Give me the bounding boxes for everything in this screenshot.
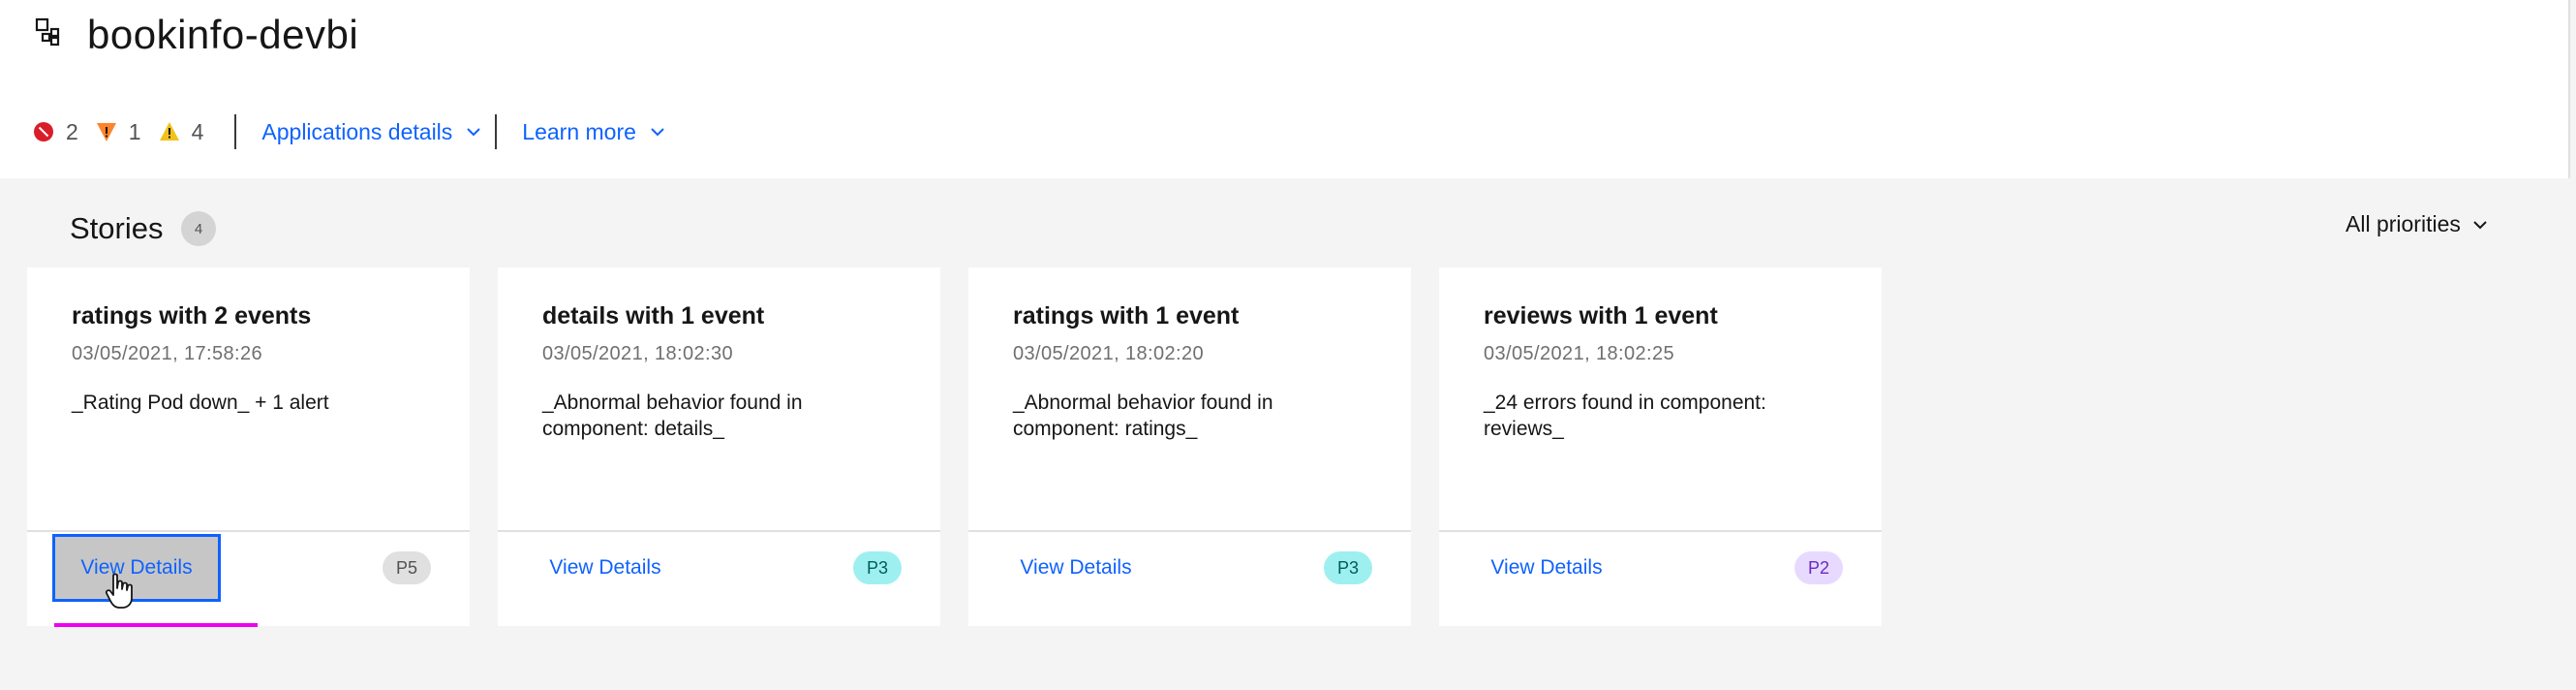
story-title: ratings with 2 events (72, 302, 312, 329)
story-title: details with 1 event (542, 302, 765, 329)
minor-icon (159, 122, 179, 141)
divider (234, 114, 237, 149)
story-description: _24 errors found in component: reviews_ (1484, 392, 1766, 440)
applications-details-label: Applications details (261, 118, 453, 144)
stories-count-badge: 4 (181, 211, 216, 246)
selection-indicator (54, 623, 258, 627)
divider (495, 114, 498, 149)
chevron-down-icon (467, 128, 481, 137)
critical-status[interactable]: 2 (33, 119, 78, 145)
critical-count: 2 (66, 118, 78, 144)
story-card-footer: View Details P3 (968, 530, 1411, 626)
chevron-down-icon (2473, 220, 2487, 229)
story-title: ratings with 1 event (1013, 302, 1240, 329)
story-date: 03/05/2021, 17:58:26 (72, 343, 263, 364)
story-date: 03/05/2021, 18:02:20 (1013, 343, 1205, 364)
application-group-icon (35, 17, 60, 47)
major-status[interactable]: 1 (96, 119, 141, 145)
priority-filter-label: All priorities (2346, 211, 2461, 236)
learn-more-dropdown[interactable]: Learn more (522, 119, 665, 145)
priority-filter-dropdown[interactable]: All priorities (2346, 211, 2488, 237)
story-card: ratings with 2 events 03/05/2021, 17:58:… (27, 267, 470, 627)
priority-tag: P2 (1794, 551, 1843, 584)
story-description: _Rating Pod down_ + 1 alert (72, 392, 329, 414)
view-details-button[interactable]: View Details (521, 534, 690, 602)
story-card: ratings with 1 event 03/05/2021, 18:02:2… (968, 267, 1411, 626)
minor-status[interactable]: 4 (159, 118, 204, 145)
major-icon (96, 123, 116, 141)
critical-icon (34, 122, 53, 141)
minor-count: 4 (191, 118, 204, 144)
learn-more-label: Learn more (522, 118, 636, 144)
story-description: _Abnormal behavior found in component: d… (542, 392, 803, 440)
view-details-button[interactable]: View Details (1462, 534, 1631, 602)
view-details-button[interactable]: View Details (52, 534, 221, 602)
priority-tag: P3 (852, 551, 902, 584)
applications-details-dropdown[interactable]: Applications details (261, 119, 481, 145)
major-count: 1 (128, 118, 141, 144)
story-card-footer: View Details P2 (1439, 530, 1882, 626)
story-date: 03/05/2021, 18:02:30 (542, 343, 734, 364)
story-date: 03/05/2021, 18:02:25 (1484, 343, 1675, 364)
story-card-footer: View Details P3 (498, 530, 940, 626)
story-title: reviews with 1 event (1484, 302, 1718, 329)
chevron-down-icon (651, 128, 664, 137)
story-card: details with 1 event 03/05/2021, 18:02:3… (498, 267, 940, 626)
story-card: reviews with 1 event 03/05/2021, 18:02:2… (1439, 267, 1882, 626)
page-title: bookinfo-devbi (87, 12, 359, 57)
priority-tag: P5 (382, 551, 431, 584)
status-summary: 2 1 4 Applications details Learn more (33, 112, 665, 151)
view-details-button[interactable]: View Details (992, 534, 1160, 602)
priority-tag: P3 (1323, 551, 1372, 584)
hand-pointer-cursor-icon (105, 573, 133, 609)
page-header: bookinfo-devbi 2 1 4 Applications detail… (0, 0, 2570, 178)
story-description: _Abnormal behavior found in component: r… (1013, 392, 1273, 440)
story-card-footer: View Details P5 (27, 530, 470, 626)
stories-heading: Stories (70, 211, 164, 245)
